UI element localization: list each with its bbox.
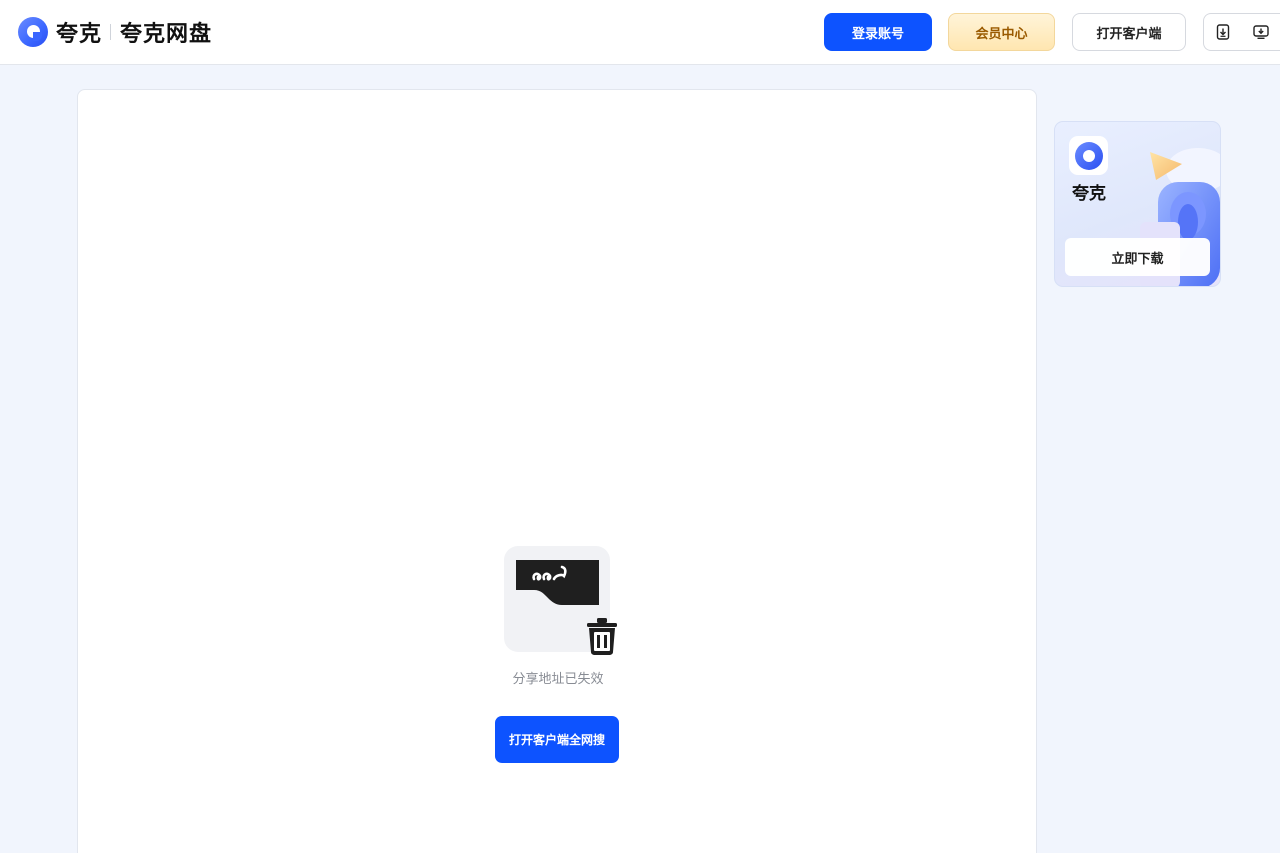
open-client-search-button[interactable]: 打开客户端全网搜 <box>495 716 619 763</box>
share-expired-message: 分享地址已失效 <box>512 672 604 687</box>
header-icon-group <box>1203 13 1280 51</box>
open-client-button[interactable]: 打开客户端 <box>1072 13 1186 51</box>
download-app-icon <box>1216 24 1230 40</box>
top-header: 夸克 夸克网盘 登录账号 会员中心 打开客户端 <box>0 0 1280 65</box>
broken-link-trash-icon <box>504 546 617 656</box>
download-app-banner[interactable]: 夸克 立即下载 <box>1054 121 1221 287</box>
main-content-card: 分享地址已失效 打开客户端全网搜 <box>77 89 1037 853</box>
download-app-button[interactable] <box>1204 14 1242 50</box>
quark-app-icon <box>1069 136 1108 175</box>
logo[interactable]: 夸克 夸克网盘 <box>18 16 212 48</box>
ad-brand-text: 夸克 <box>1072 184 1106 204</box>
quark-logo-icon <box>18 17 48 47</box>
logo-product-text: 夸克网盘 <box>120 22 213 47</box>
logo-divider <box>110 24 112 40</box>
login-button[interactable]: 登录账号 <box>824 13 932 51</box>
logo-brand-text: 夸克 <box>56 22 103 47</box>
desktop-client-icon <box>1253 25 1269 40</box>
vip-center-button[interactable]: 会员中心 <box>948 13 1055 51</box>
broken-link-trash-illustration <box>516 560 617 655</box>
download-now-button[interactable]: 立即下载 <box>1065 238 1210 276</box>
desktop-client-button[interactable] <box>1242 14 1280 50</box>
